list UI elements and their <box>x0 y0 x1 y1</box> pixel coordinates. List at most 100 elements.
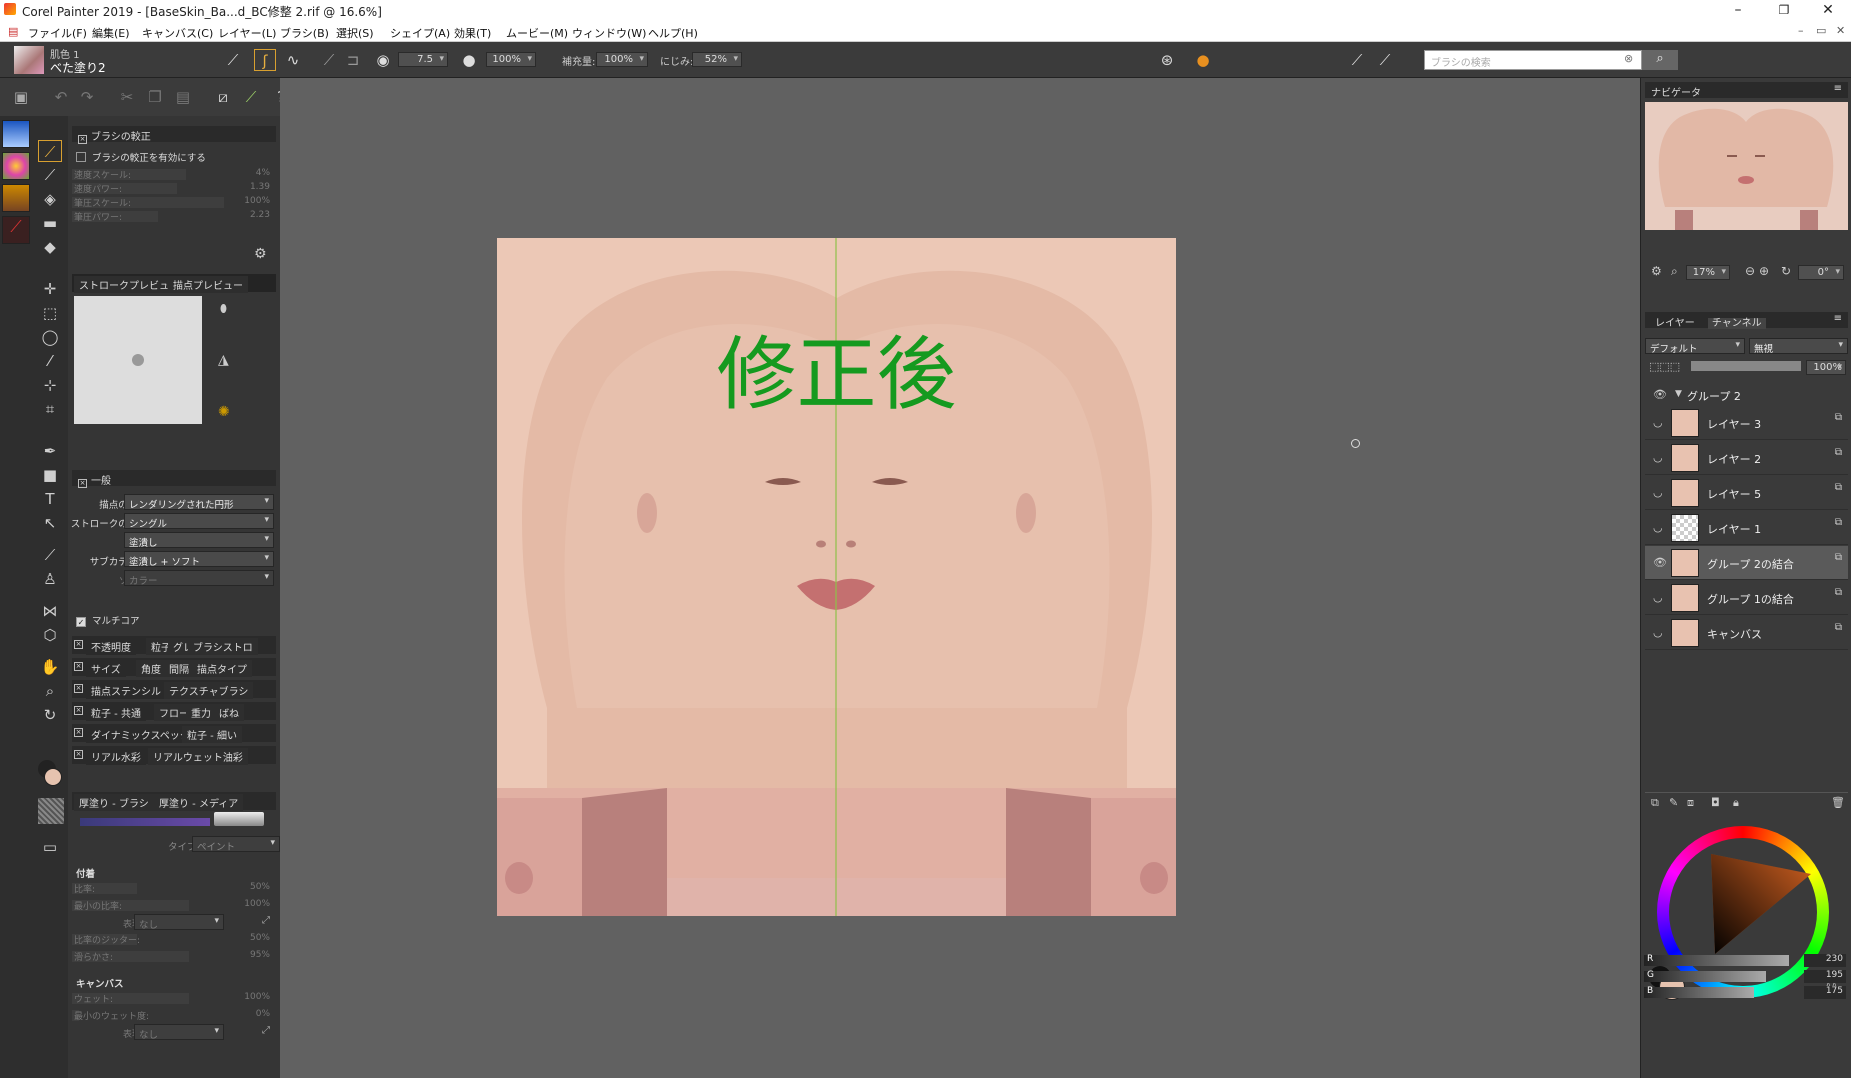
delete-layer-icon[interactable]: 🗑︎ <box>1831 796 1845 809</box>
menu-movie[interactable]: ムービー(M) <box>506 25 568 41</box>
menu-window[interactable]: ウィンドウ(W) <box>572 25 646 41</box>
navigator-settings-icon[interactable]: ⚙ <box>1651 264 1662 278</box>
eraser-tool[interactable]: ◆ <box>38 236 62 258</box>
layer-adjuster-tool[interactable]: ✛ <box>38 278 62 300</box>
general-header[interactable]: × 一般 <box>72 470 276 488</box>
rectangle-shape-tool[interactable]: ■ <box>38 464 62 486</box>
paint-bucket-tool[interactable]: ◈ <box>38 188 62 210</box>
dab-preview-tab[interactable]: 描点プレビュー <box>168 276 248 293</box>
brush-tracking-icon[interactable]: ⟋ <box>240 86 262 108</box>
pen-tool[interactable]: ✒ <box>38 440 62 462</box>
main-color-swatch[interactable] <box>44 768 62 786</box>
section-checkbox[interactable]: × <box>74 684 83 693</box>
correction-slider[interactable]: 筆圧スケール: 100% <box>72 196 276 209</box>
menu-effects[interactable]: 効果(T) <box>454 25 491 41</box>
expression-edit-icon[interactable]: ⤢ <box>262 1025 270 1036</box>
dynamic-plugin-icon[interactable]: ✎ <box>1669 796 1678 809</box>
group-icon[interactable]: ⧈ <box>1687 796 1694 810</box>
brush-control-section-toggle[interactable]: 粒子 - 共通 <box>86 704 146 721</box>
brush-tool[interactable]: ⟋ <box>38 140 62 162</box>
mirror-tool[interactable]: ⋈ <box>38 600 62 622</box>
screen-mode-icon[interactable]: ▭ <box>38 836 62 858</box>
rubber-stamp-tool[interactable]: ♙ <box>38 568 62 590</box>
navigator-zoom-field[interactable]: 17% <box>1686 265 1730 280</box>
crop-tool[interactable]: ⌗ <box>38 398 62 420</box>
composite-method-dropdown[interactable]: デフォルト <box>1645 338 1745 355</box>
section-checkbox[interactable]: × <box>74 662 83 671</box>
disclosure-triangle-icon[interactable]: ▼ <box>1675 389 1682 399</box>
adhesion-row[interactable]: 表現設定:なし⤢ <box>72 914 276 931</box>
general-row-dropdown[interactable]: 塗潰し <box>124 532 274 549</box>
panel-menu-icon[interactable]: ≡ <box>1834 83 1842 94</box>
layer-row[interactable]: ◡ レイヤー 2 ⧉ <box>1645 441 1848 475</box>
menu-edit[interactable]: 編集(E) <box>92 25 130 41</box>
eye-icon[interactable]: ◡ <box>1653 451 1663 464</box>
menu-select[interactable]: 選択(S) <box>336 25 374 41</box>
brush-control-section-toggle[interactable]: リアル水彩 <box>86 748 146 765</box>
rect-select-tool[interactable]: ⬚ <box>38 302 62 324</box>
eye-icon[interactable]: ◡ <box>1653 591 1663 604</box>
color-triangle[interactable] <box>1695 850 1815 970</box>
layers-tab[interactable]: レイヤー <box>1651 318 1699 329</box>
lock-icon[interactable]: 🔒︎ <box>1733 796 1739 810</box>
general-row-dropdown[interactable]: カラー <box>124 570 274 587</box>
navigator-preview[interactable] <box>1645 102 1848 230</box>
channels-tab[interactable]: チャンネル <box>1707 318 1766 329</box>
navigator-header[interactable]: ナビゲータ ≡ <box>1645 82 1848 99</box>
paper-swatch[interactable] <box>38 798 64 824</box>
menu-shape[interactable]: シェイプ(A) <box>390 25 450 41</box>
gradient-selector[interactable] <box>2 120 30 148</box>
menu-layer[interactable]: レイヤー(L) <box>218 25 276 41</box>
impasto-brush-tab[interactable]: 厚塗り - ブラシ <box>74 794 154 811</box>
search-button[interactable]: ⌕ <box>1642 50 1678 70</box>
eye-icon[interactable]: ◡ <box>1653 416 1663 429</box>
grabber-tool[interactable]: ✋ <box>38 656 62 678</box>
rotate-icon[interactable]: ↻ <box>1781 264 1791 278</box>
impasto-type-dropdown[interactable]: ペイント <box>192 836 280 853</box>
resat-field[interactable]: 100% <box>596 52 648 67</box>
freehand-stroke-icon[interactable]: ʃ <box>254 49 276 71</box>
section-checkbox[interactable]: × <box>74 640 83 649</box>
multicore-checkbox[interactable]: ✓ マルチコア <box>76 613 140 627</box>
menu-help[interactable]: ヘルプ(H) <box>648 25 698 41</box>
layer-opacity-field[interactable]: 100% <box>1806 360 1846 375</box>
save-icon[interactable]: ▣ <box>10 86 32 108</box>
brush-control-tab[interactable]: 描点タイプ <box>192 660 252 677</box>
menu-brush[interactable]: ブラシ(B) <box>280 25 329 41</box>
b-channel[interactable]: B 175 <box>1644 986 1846 999</box>
adhesion-row-dropdown[interactable]: なし <box>134 914 224 931</box>
layer-row[interactable]: ◡ グループ 1の結合 ⧉ <box>1645 581 1848 615</box>
close-button[interactable]: ✕ <box>1805 0 1851 22</box>
transform-tool[interactable]: ⊹ <box>38 374 62 396</box>
cut-icon[interactable]: ✂ <box>116 86 138 108</box>
canvas_sec-row[interactable]: 最小のウェット度: 0% <box>72 1009 276 1022</box>
straight-line-icon[interactable]: ∿ <box>282 49 304 71</box>
eye-icon[interactable]: ◡ <box>1653 521 1663 534</box>
general-row-dropdown[interactable]: レンダリングされた円形 <box>124 494 274 511</box>
clear-search-icon[interactable]: ⊗ <box>1624 52 1633 65</box>
layer-row[interactable]: ◡ レイヤー 5 ⧉ <box>1645 476 1848 510</box>
tilt-icon[interactable]: ⊛ <box>1156 49 1178 71</box>
shape-selection-tool[interactable]: ↖ <box>38 512 62 534</box>
document-canvas[interactable]: 修正後 <box>497 238 1176 916</box>
brush-control-section-toggle[interactable]: サイズ <box>86 660 126 677</box>
general-row-dropdown[interactable]: 塗潰し + ソフト <box>124 551 274 568</box>
brush-correction-header[interactable]: × ブラシの較正 <box>72 126 276 144</box>
perspective-guide-tool[interactable]: ⬡ <box>38 624 62 646</box>
canvas_sec-row[interactable]: ウェット: 100% <box>72 992 276 1005</box>
color-variability-icon[interactable]: ● <box>1192 49 1214 71</box>
eye-icon[interactable]: 👁︎ <box>1653 388 1667 401</box>
magic-wand-tool[interactable]: ⁄ <box>38 350 62 372</box>
gradient-tool[interactable]: ▬ <box>38 212 62 234</box>
brush-control-tab[interactable]: 間隔 <box>164 660 194 677</box>
navigator-zoom-icon[interactable]: ⌕ <box>1671 264 1678 279</box>
doc-close-button[interactable]: ✕ <box>1836 24 1845 37</box>
general-row-dropdown[interactable]: シングル <box>124 513 274 530</box>
adhesion-row[interactable]: 比率のジッター: 50% <box>72 933 276 946</box>
adhesion-row[interactable]: 比率: 50% <box>72 882 276 895</box>
dropper-tool[interactable]: ⟋ <box>38 164 62 186</box>
calibration-icon[interactable]: ⚙ <box>254 246 267 262</box>
adhesion-row[interactable]: 滑らかさ: 95% <box>72 950 276 963</box>
cloner-tool[interactable]: ⟋ <box>38 544 62 566</box>
dab-view-1-icon[interactable]: ⬮ <box>220 302 227 316</box>
